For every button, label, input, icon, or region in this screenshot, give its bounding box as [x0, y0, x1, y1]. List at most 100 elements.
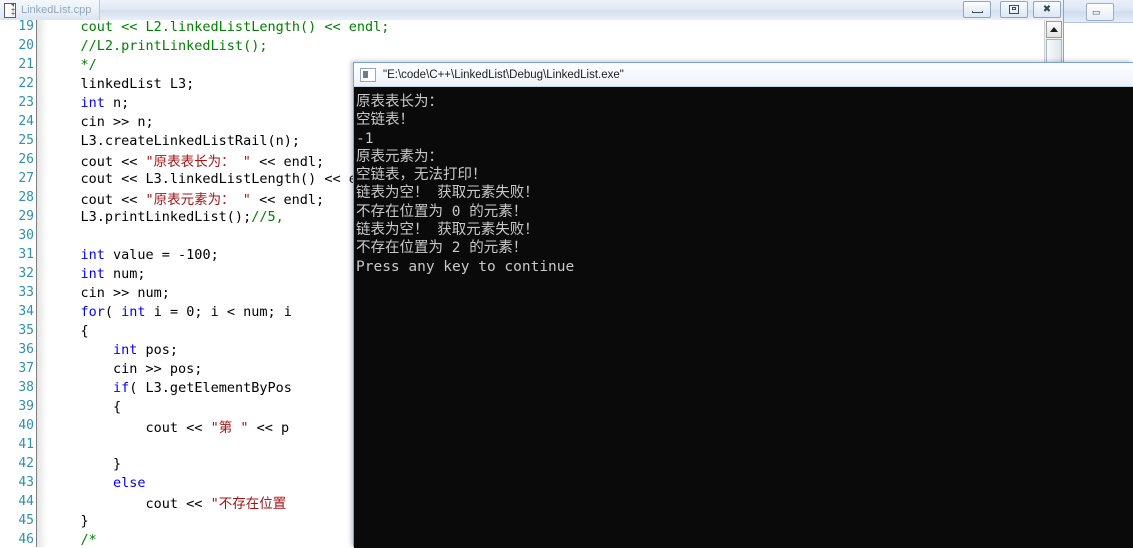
- line-number: 21: [18, 57, 34, 72]
- cpp-file-icon: + +: [4, 2, 17, 18]
- line-number: 45: [18, 513, 34, 528]
- line-number: 36: [18, 342, 34, 357]
- code-token: cout <<: [48, 153, 146, 170]
- line-number: 41: [18, 437, 34, 452]
- background-window-button-glyph: ▭: [1092, 7, 1101, 17]
- code-text: if( L3.getElementByPos: [48, 380, 292, 396]
- code-token: {: [48, 398, 122, 415]
- code-token: else: [113, 474, 146, 491]
- line-number: 26: [18, 152, 34, 167]
- code-text: }: [48, 456, 121, 472]
- code-token: int: [80, 246, 105, 263]
- document-tab-label: LinkedList.cpp: [21, 4, 92, 16]
- code-token: n;: [104, 94, 130, 111]
- console-line: 不存在位置为 2 的元素！: [356, 240, 528, 257]
- code-token: for: [80, 303, 105, 320]
- code-token: if: [113, 379, 130, 396]
- line-number: 24: [18, 114, 34, 129]
- code-token: cout <<: [48, 419, 211, 436]
- line-number: 27: [18, 171, 34, 186]
- code-token: cin >> num;: [48, 284, 170, 301]
- console-line: 空链表！: [356, 112, 414, 129]
- line-number: 42: [18, 456, 34, 471]
- code-text: cout << "原表表长为： " << endl;: [48, 150, 325, 170]
- code-text: cin >> pos;: [48, 361, 202, 377]
- code-token: int: [121, 303, 146, 320]
- code-token: //5,: [251, 208, 284, 225]
- code-token: pos;: [137, 341, 179, 358]
- code-text: {: [48, 323, 89, 339]
- code-text: int n;: [48, 94, 130, 111]
- code-text: cout << "原表元素为： " << endl;: [48, 188, 325, 208]
- code-line-19[interactable]: 19 cout << L2.linkedListLength() << endl…: [0, 20, 1044, 36]
- minimize-icon: [964, 2, 990, 17]
- code-token: ( L3.getElementByPos: [129, 379, 292, 396]
- minimize-button[interactable]: [963, 1, 991, 18]
- console-window[interactable]: "E:\code\C++\LinkedList\Debug\LinkedList…: [353, 62, 1133, 548]
- console-line: 原表表长为：: [356, 94, 443, 110]
- code-token: "原表表长为： ": [145, 153, 251, 170]
- code-token: i = 0; i < num; i: [145, 303, 292, 320]
- code-token: /*: [48, 531, 97, 548]
- scroll-up-button[interactable]: [1046, 21, 1062, 38]
- code-token: L3.createLinkedListRail(n);: [48, 132, 300, 149]
- code-token: cout <<: [48, 495, 211, 512]
- code-text: cout << L3.linkedListLength() << endl;: [48, 170, 390, 187]
- code-text: int num;: [48, 266, 146, 282]
- code-token: "第 ": [210, 419, 249, 436]
- code-text: linkedList L3;: [48, 75, 195, 92]
- code-text: L3.createLinkedListRail(n);: [48, 133, 300, 149]
- code-text: //L2.printLinkedList();: [48, 37, 268, 54]
- code-text: cout << L2.linkedListLength() << endl;: [48, 20, 390, 35]
- console-titlebar[interactable]: "E:\code\C++\LinkedList\Debug\LinkedList…: [354, 63, 1133, 87]
- background-window-button[interactable]: ▭: [1086, 3, 1114, 21]
- document-tab-linkedlist-cpp[interactable]: + + LinkedList.cpp: [0, 0, 101, 20]
- console-output[interactable]: 原表表长为： 空链表！ -1 原表元素为： 空链表，无法打印！ 链表为空！ 获取元素失败！…: [354, 87, 1133, 548]
- line-number: 44: [18, 494, 34, 509]
- code-token: "不存在位置: [210, 495, 287, 512]
- code-line-20[interactable]: 20 //L2.printLinkedList();: [0, 36, 1044, 55]
- line-number: 37: [18, 361, 34, 376]
- code-token: }: [48, 455, 122, 472]
- code-token: linkedList L3;: [48, 75, 195, 92]
- line-number: 29: [18, 209, 34, 224]
- console-line: 不存在位置为 0 的元素！: [356, 203, 528, 220]
- code-text: */: [48, 57, 97, 73]
- code-token: {: [48, 322, 89, 339]
- line-number: 35: [18, 323, 34, 338]
- console-line: 空链表，无法打印！: [356, 167, 487, 184]
- code-token: cin >> pos;: [48, 360, 203, 377]
- line-number: 33: [18, 285, 34, 300]
- code-text: cout << "不存在位置: [48, 492, 287, 512]
- code-token: "原表元素为： ": [145, 191, 251, 208]
- code-token: //L2.printLinkedList();: [48, 37, 268, 54]
- close-button[interactable]: ✖: [1033, 1, 1061, 18]
- console-app-icon: [360, 67, 376, 82]
- restore-button[interactable]: [1000, 1, 1028, 18]
- close-icon: ✖: [1042, 3, 1052, 15]
- code-token: int: [80, 265, 105, 282]
- line-number: 30: [18, 228, 34, 243]
- code-token: << p: [248, 419, 290, 436]
- code-token: cout << L3.linkedListLength() << endl;: [48, 170, 390, 187]
- line-number: 39: [18, 399, 34, 414]
- code-token: L3.printLinkedList();: [48, 208, 252, 225]
- line-number: 46: [18, 532, 34, 547]
- console-line: 链表为空！ 获取元素失败！: [356, 222, 539, 239]
- code-text: for( int i = 0; i < num; i: [48, 304, 292, 320]
- code-text: int pos;: [48, 342, 178, 358]
- code-token: (: [104, 303, 122, 320]
- console-title-text: "E:\code\C++\LinkedList\Debug\LinkedList…: [383, 68, 624, 81]
- line-number: 22: [18, 76, 34, 91]
- code-token: */: [48, 56, 97, 73]
- line-number: 43: [18, 475, 34, 490]
- line-number: 31: [18, 247, 34, 262]
- code-token: }: [48, 512, 89, 529]
- line-number: 25: [18, 133, 34, 148]
- code-token: << endl;: [250, 153, 325, 170]
